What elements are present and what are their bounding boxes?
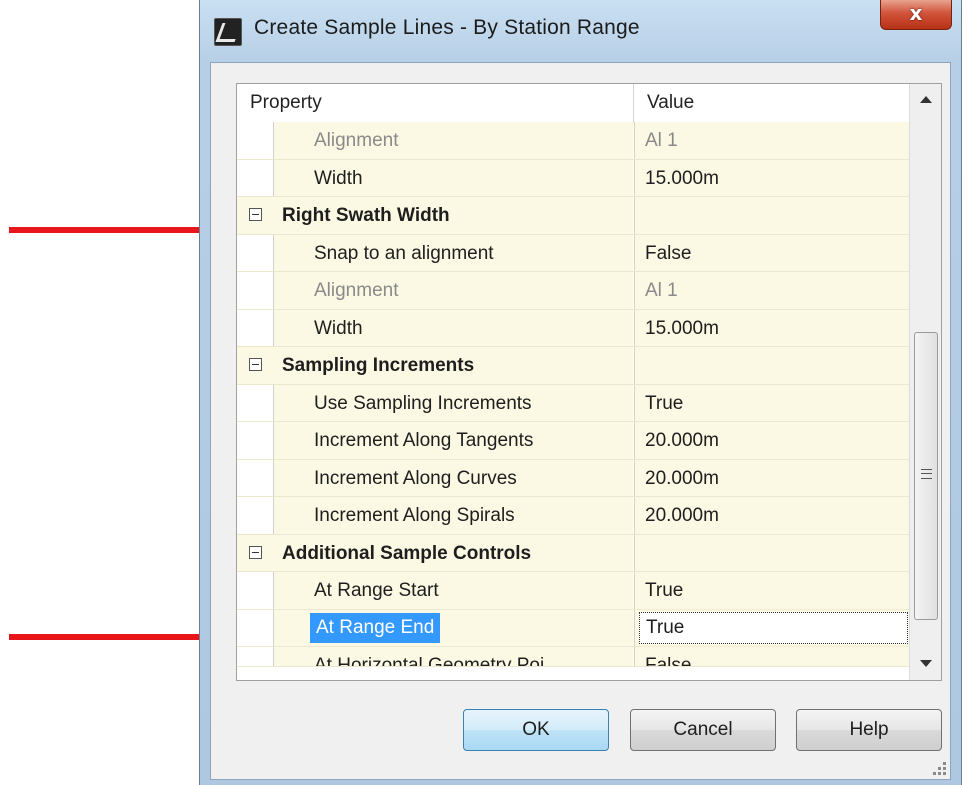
- header-value[interactable]: Value: [647, 92, 694, 114]
- property-name: Alignment: [314, 280, 399, 301]
- property-row-increment-tangents[interactable]: Increment Along Tangents 20.000m: [237, 422, 909, 460]
- window-title: Create Sample Lines - By Station Range: [254, 16, 640, 39]
- collapse-icon[interactable]: [249, 358, 262, 371]
- property-value-editor[interactable]: True: [639, 611, 908, 644]
- app-icon: [214, 18, 242, 46]
- property-row-at-range-end[interactable]: At Range End True: [237, 609, 909, 647]
- property-value[interactable]: True: [645, 393, 683, 415]
- property-value: Al 1: [645, 130, 678, 151]
- property-name: Snap to an alignment: [314, 242, 494, 264]
- header-separator[interactable]: [633, 84, 634, 122]
- property-name: Increment Along Spirals: [314, 505, 515, 526]
- property-name: Alignment: [314, 130, 399, 151]
- grip-icon: [921, 469, 932, 479]
- property-grid: Property Value Alignment Al 1 Width 15.0…: [236, 83, 942, 681]
- property-value[interactable]: 15.000m: [645, 318, 719, 340]
- property-value[interactable]: 20.000m: [645, 505, 719, 527]
- property-value[interactable]: 20.000m: [645, 468, 719, 490]
- category-sampling-increments[interactable]: Sampling Increments: [237, 347, 909, 385]
- collapse-icon[interactable]: [249, 545, 262, 559]
- close-button[interactable]: x: [880, 0, 952, 30]
- property-row-width[interactable]: Width 15.000m: [237, 159, 909, 197]
- property-name: At Range Start: [314, 580, 439, 601]
- vertical-scrollbar[interactable]: [909, 84, 941, 680]
- scroll-up-arrow-icon[interactable]: [910, 84, 941, 114]
- property-value[interactable]: False: [645, 655, 691, 666]
- property-row-use-sampling-increments[interactable]: Use Sampling Increments True: [237, 384, 909, 422]
- category-label: Additional Sample Controls: [282, 542, 532, 564]
- resize-grip-icon[interactable]: [930, 759, 946, 775]
- property-name: Increment Along Curves: [314, 467, 517, 489]
- cancel-button[interactable]: Cancel: [630, 709, 776, 751]
- scrollbar-thumb[interactable]: [914, 332, 938, 620]
- scroll-down-arrow-icon[interactable]: [910, 650, 941, 680]
- dialog-window: Create Sample Lines - By Station Range x…: [199, 0, 962, 785]
- help-button[interactable]: Help: [796, 709, 942, 751]
- property-value[interactable]: False: [645, 243, 691, 265]
- property-row-width[interactable]: Width 15.000m: [237, 309, 909, 347]
- grid-rows: Alignment Al 1 Width 15.000m Right Swath…: [237, 122, 909, 667]
- category-additional-sample-controls[interactable]: Additional Sample Controls: [237, 534, 909, 572]
- property-value[interactable]: True: [645, 580, 683, 602]
- property-value[interactable]: 20.000m: [645, 430, 719, 452]
- property-name-selected: At Range End: [310, 612, 441, 643]
- header-property[interactable]: Property: [250, 92, 322, 114]
- category-label: Sampling Increments: [282, 355, 475, 376]
- property-name: At Horizontal Geometry Poi: [314, 655, 545, 667]
- property-row-at-horizontal-geometry[interactable]: At Horizontal Geometry Poi False: [237, 647, 909, 667]
- property-row-snap-to-alignment[interactable]: Snap to an alignment False: [237, 234, 909, 272]
- collapse-icon[interactable]: [249, 208, 262, 221]
- property-row-alignment[interactable]: Alignment Al 1: [237, 272, 909, 310]
- dialog-client-area: Property Value Alignment Al 1 Width 15.0…: [210, 62, 951, 780]
- property-value: Al 1: [645, 280, 678, 301]
- category-right-swath-width[interactable]: Right Swath Width: [237, 197, 909, 235]
- grid-header: Property Value: [237, 84, 909, 123]
- property-name: Increment Along Tangents: [314, 430, 534, 451]
- property-row-at-range-start[interactable]: At Range Start True: [237, 572, 909, 610]
- category-label: Right Swath Width: [282, 205, 450, 226]
- property-name: Use Sampling Increments: [314, 392, 532, 414]
- property-row-increment-spirals[interactable]: Increment Along Spirals 20.000m: [237, 497, 909, 535]
- property-name: Width: [314, 167, 363, 189]
- property-row-alignment[interactable]: Alignment Al 1: [237, 122, 909, 160]
- property-row-increment-curves[interactable]: Increment Along Curves 20.000m: [237, 459, 909, 497]
- ok-button[interactable]: OK: [463, 709, 609, 751]
- property-value[interactable]: 15.000m: [645, 168, 719, 190]
- close-icon: x: [909, 1, 923, 25]
- property-name: Width: [314, 317, 363, 339]
